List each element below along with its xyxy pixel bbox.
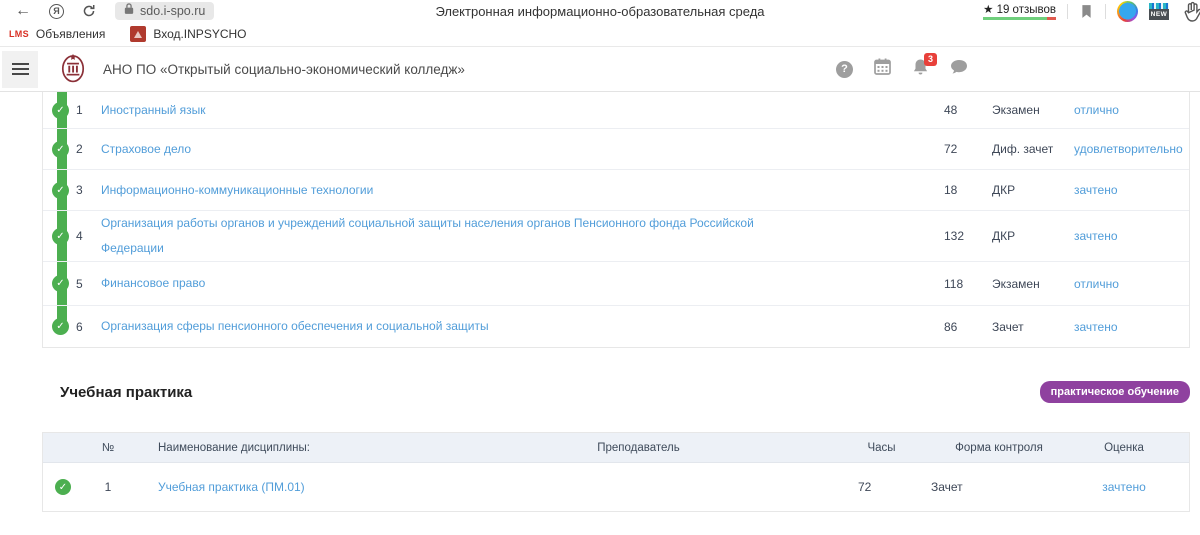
reviews-label: ★ 19 отзывов: [983, 2, 1056, 16]
completed-check-icon: ✓: [52, 182, 69, 199]
browser-page-title: Электронная информационно-образовательна…: [435, 4, 764, 19]
college-name: АНО ПО «Открытый социально-экономический…: [103, 62, 465, 77]
notification-count-badge: 3: [924, 53, 937, 66]
discipline-hours: 72: [944, 142, 992, 156]
discipline-hours: 132: [944, 229, 992, 243]
site-header: АНО ПО «Открытый социально-экономический…: [0, 47, 1200, 92]
discipline-row: ✓ 1 Иностранный язык 48 Экзамен отлично: [43, 92, 1189, 129]
url-text: sdo.i-spo.ru: [140, 4, 205, 18]
discipline-grade-link[interactable]: зачтено: [1074, 229, 1118, 243]
practice-table-header: № Наименование дисциплины: Преподаватель…: [43, 433, 1189, 463]
new-extension-icon[interactable]: NEW: [1149, 3, 1169, 20]
discipline-grade-link[interactable]: отлично: [1074, 277, 1119, 291]
refresh-icon[interactable]: [82, 4, 96, 18]
practice-row: ✓ 1 Учебная практика (ПМ.01) 72 Зачет за…: [43, 463, 1189, 511]
discipline-number: 4: [76, 229, 101, 243]
hamburger-menu-button[interactable]: [2, 51, 38, 88]
discipline-link[interactable]: Информационно-коммуникационные технологи…: [101, 183, 373, 197]
discipline-link[interactable]: Организация работы органов и учреждений …: [101, 216, 754, 255]
completed-check-icon: ✓: [52, 318, 69, 335]
discipline-control-form: Экзамен: [992, 277, 1074, 291]
address-bar[interactable]: sdo.i-spo.ru: [115, 2, 214, 20]
discipline-row: ✓ 5 Финансовое право 118 Экзамен отлично: [43, 262, 1189, 306]
inpsycho-favicon: [130, 26, 146, 42]
calendar-icon[interactable]: [874, 58, 891, 80]
hand-extension-icon[interactable]: [1180, 0, 1200, 22]
discipline-link[interactable]: Страховое дело: [101, 142, 191, 156]
completed-check-icon: ✓: [52, 275, 69, 292]
notifications-bell-icon[interactable]: 3: [912, 58, 929, 81]
toolbar-separator: [1067, 4, 1068, 19]
completed-check-icon: ✓: [52, 228, 69, 245]
rating-bar: [983, 17, 1056, 20]
discipline-number: 3: [76, 183, 101, 197]
discipline-number: 2: [76, 142, 101, 156]
practice-number: 1: [83, 480, 133, 494]
help-icon[interactable]: ?: [836, 61, 853, 78]
discipline-grade-link[interactable]: зачтено: [1074, 320, 1118, 334]
bookmark-inpsycho-login[interactable]: Вход.INPSYCHO: [153, 27, 246, 41]
discipline-number: 1: [76, 103, 101, 117]
discipline-row: ✓ 3 Информационно-коммуникационные техно…: [43, 170, 1189, 211]
discipline-grade-link[interactable]: зачтено: [1074, 183, 1118, 197]
toolbar-separator: [1105, 4, 1106, 19]
discipline-hours: 86: [944, 320, 992, 334]
discipline-number: 6: [76, 320, 101, 334]
discipline-number: 5: [76, 277, 101, 291]
discipline-control-form: ДКР: [992, 229, 1074, 243]
discipline-grade-link[interactable]: отлично: [1074, 103, 1119, 117]
completed-check-icon: ✓: [55, 479, 71, 495]
col-header-teacher: Преподаватель: [433, 442, 844, 454]
browser-logo-icon[interactable]: [1117, 1, 1138, 22]
practice-section-title: Учебная практика: [60, 384, 192, 401]
college-logo[interactable]: [56, 50, 90, 89]
discipline-row: ✓ 2 Страховое дело 72 Диф. зачет удовлет…: [43, 129, 1189, 170]
main-content: ✓ 1 Иностранный язык 48 Экзамен отлично …: [0, 92, 1200, 512]
practice-control-form: Зачет: [919, 480, 1079, 494]
practice-table: № Наименование дисциплины: Преподаватель…: [42, 432, 1190, 512]
discipline-link[interactable]: Финансовое право: [101, 276, 205, 290]
col-header-name: Наименование дисциплины:: [133, 442, 433, 454]
discipline-control-form: Диф. зачет: [992, 142, 1074, 156]
completed-check-icon: ✓: [52, 141, 69, 158]
discipline-hours: 18: [944, 183, 992, 197]
lms-favicon: LMS: [9, 29, 29, 39]
discipline-control-form: Экзамен: [992, 103, 1074, 117]
col-header-num: №: [83, 442, 133, 454]
discipline-link[interactable]: Иностранный язык: [101, 103, 206, 117]
discipline-hours: 118: [944, 277, 992, 291]
bookmark-flag-icon[interactable]: [1081, 4, 1092, 19]
back-icon[interactable]: ←: [15, 3, 31, 19]
discipline-row: ✓ 6 Организация сферы пенсионного обеспе…: [43, 306, 1189, 347]
lock-icon: [124, 2, 134, 20]
discipline-hours: 48: [944, 103, 992, 117]
messages-icon[interactable]: [950, 59, 968, 80]
discipline-link[interactable]: Организация сферы пенсионного обеспечени…: [101, 319, 489, 333]
col-header-control: Форма контроля: [919, 442, 1079, 454]
completed-check-icon: ✓: [52, 102, 69, 119]
discipline-row: ✓ 4 Организация работы органов и учрежде…: [43, 211, 1189, 262]
col-header-grade: Оценка: [1079, 442, 1189, 454]
practice-grade-link[interactable]: зачтено: [1102, 480, 1146, 494]
yandex-home-icon[interactable]: Я: [49, 4, 64, 19]
reviews-extension[interactable]: ★ 19 отзывов: [983, 2, 1056, 20]
browser-toolbar: ← Я sdo.i-spo.ru Электронная информацион…: [0, 0, 1200, 22]
discipline-control-form: ДКР: [992, 183, 1074, 197]
practice-section-header: Учебная практика практическое обучение: [42, 381, 1190, 403]
practical-training-badge: практическое обучение: [1040, 381, 1190, 403]
practice-link[interactable]: Учебная практика (ПМ.01): [158, 480, 305, 494]
col-header-hours: Часы: [844, 442, 919, 454]
practice-hours: 72: [844, 480, 919, 494]
bookmarks-bar: LMS Объявления Вход.INPSYCHO: [0, 22, 1200, 47]
bookmark-announcements[interactable]: Объявления: [36, 27, 105, 41]
discipline-control-form: Зачет: [992, 320, 1074, 334]
disciplines-table: ✓ 1 Иностранный язык 48 Экзамен отлично …: [42, 92, 1190, 348]
discipline-grade-link[interactable]: удовлетворительно: [1074, 142, 1183, 156]
